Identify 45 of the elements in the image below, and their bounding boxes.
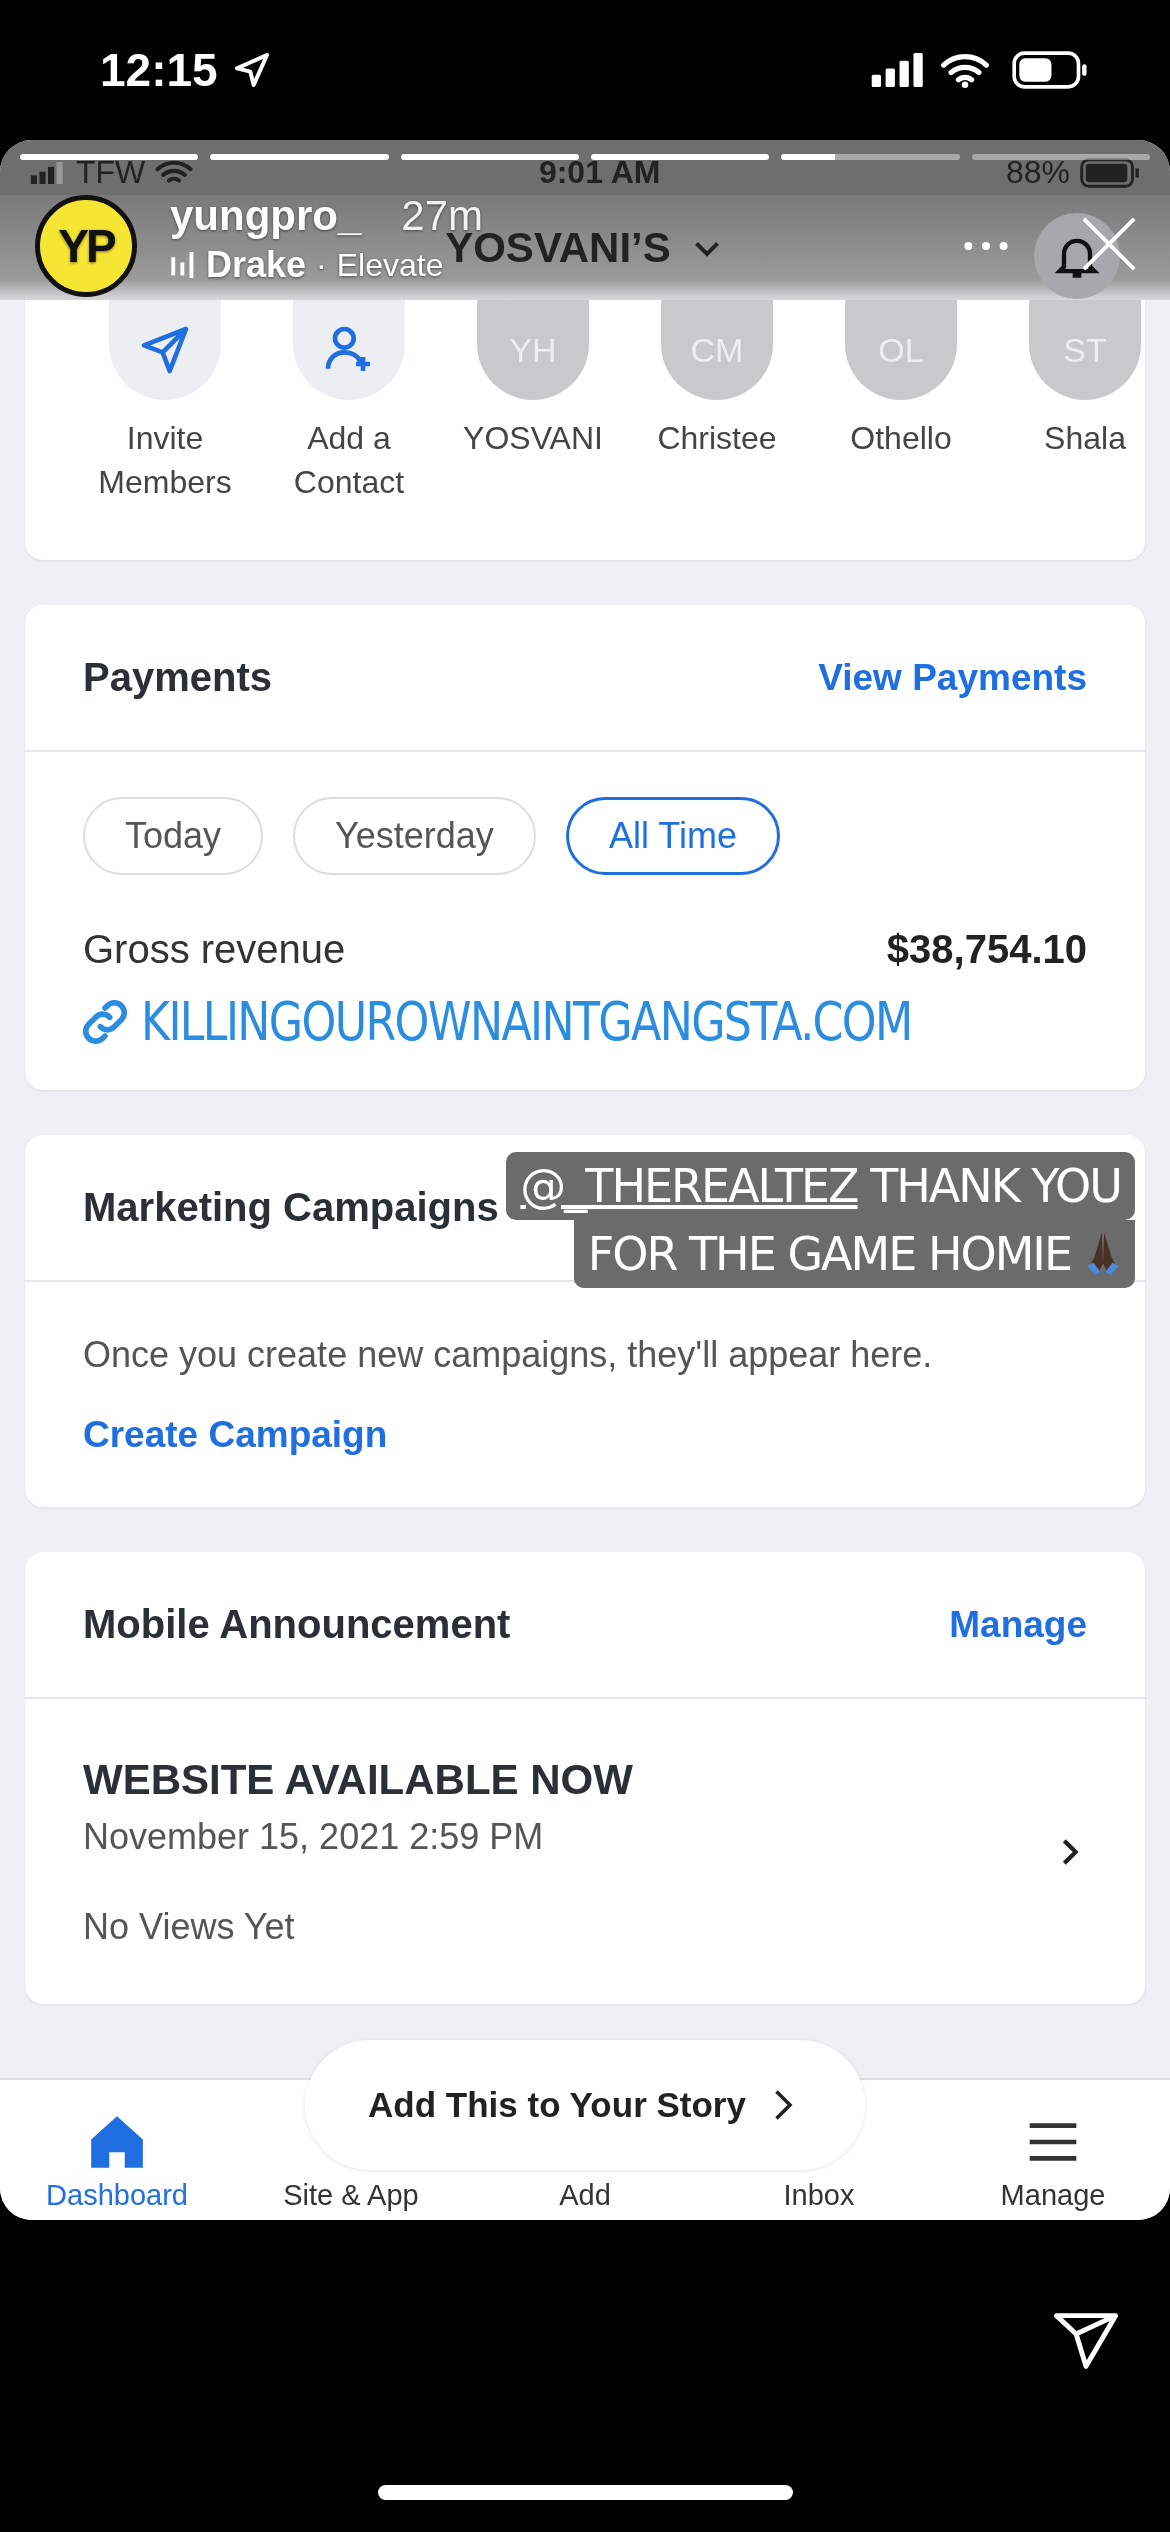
add-to-story-toast[interactable]: Add This to Your Story bbox=[305, 2040, 865, 2170]
view-payments-link[interactable]: View Payments bbox=[818, 656, 1087, 699]
caption-text: @_THEREALTEZ THANK YOU bbox=[506, 1152, 1135, 1220]
view-count: No Views Yet bbox=[83, 1905, 296, 1948]
wifi-icon bbox=[940, 52, 990, 88]
card-title: Mobile Announcement bbox=[83, 1602, 511, 1647]
member-label: Othello bbox=[850, 419, 952, 458]
username[interactable]: yungpro_ bbox=[170, 192, 362, 240]
member-label: Invite Members bbox=[97, 419, 233, 502]
battery-percent: 88% bbox=[1005, 154, 1070, 191]
announcement-headline: WEBSITE AVAILABLE NOW bbox=[83, 1755, 633, 1804]
metric-label: Gross revenue bbox=[83, 927, 346, 972]
nav-tab[interactable]: Dashboard bbox=[17, 2080, 217, 2220]
member-item[interactable]: Add a Contact bbox=[264, 300, 434, 504]
filter-chip[interactable]: Yesterday bbox=[293, 797, 536, 875]
send-icon[interactable] bbox=[1052, 2310, 1120, 2372]
carrier-name: TFW bbox=[76, 154, 146, 191]
filter-chip[interactable]: Today bbox=[83, 797, 264, 875]
signal-icon bbox=[30, 161, 66, 184]
member-label: YOSVANI bbox=[463, 419, 603, 458]
battery-icon bbox=[1080, 157, 1140, 188]
music-bars-icon bbox=[170, 249, 196, 281]
filter-chip[interactable]: All Time bbox=[565, 797, 780, 875]
status-time: 12:15 bbox=[100, 43, 218, 97]
member-label: Add a Contact bbox=[292, 419, 406, 502]
battery-icon bbox=[1010, 51, 1090, 89]
separator-dot: · bbox=[316, 246, 327, 284]
status-time: 9:01 AM bbox=[538, 154, 661, 191]
member-label: Christee bbox=[657, 419, 777, 458]
metric-value: $38,754.10 bbox=[886, 927, 1087, 972]
member-item[interactable]: Invite Members bbox=[80, 300, 250, 504]
close-icon[interactable] bbox=[1080, 215, 1138, 273]
praying-hands-icon bbox=[1085, 1230, 1121, 1278]
member-label: Shala bbox=[1044, 419, 1126, 458]
nav-tab[interactable]: Manage bbox=[953, 2080, 1153, 2220]
manage-link[interactable]: Manage bbox=[949, 1603, 1087, 1646]
mention-link[interactable]: @_THEREALTEZ bbox=[520, 1159, 858, 1213]
empty-message: Once you create new campaigns, they'll appear here. bbox=[83, 1333, 934, 1376]
signal-icon bbox=[870, 53, 926, 87]
announcement-date: November 15, 2021 2:59 PM bbox=[83, 1815, 545, 1858]
create-campaign-link[interactable]: Create Campaign bbox=[83, 1413, 1087, 1456]
link-sticker[interactable]: KILLINGOUROWNAINTGANGSTA.COM bbox=[141, 990, 912, 1053]
card-title: Payments bbox=[83, 655, 272, 700]
more-options-icon[interactable] bbox=[962, 240, 1010, 252]
card-title: Marketing Campaigns bbox=[83, 1185, 499, 1230]
